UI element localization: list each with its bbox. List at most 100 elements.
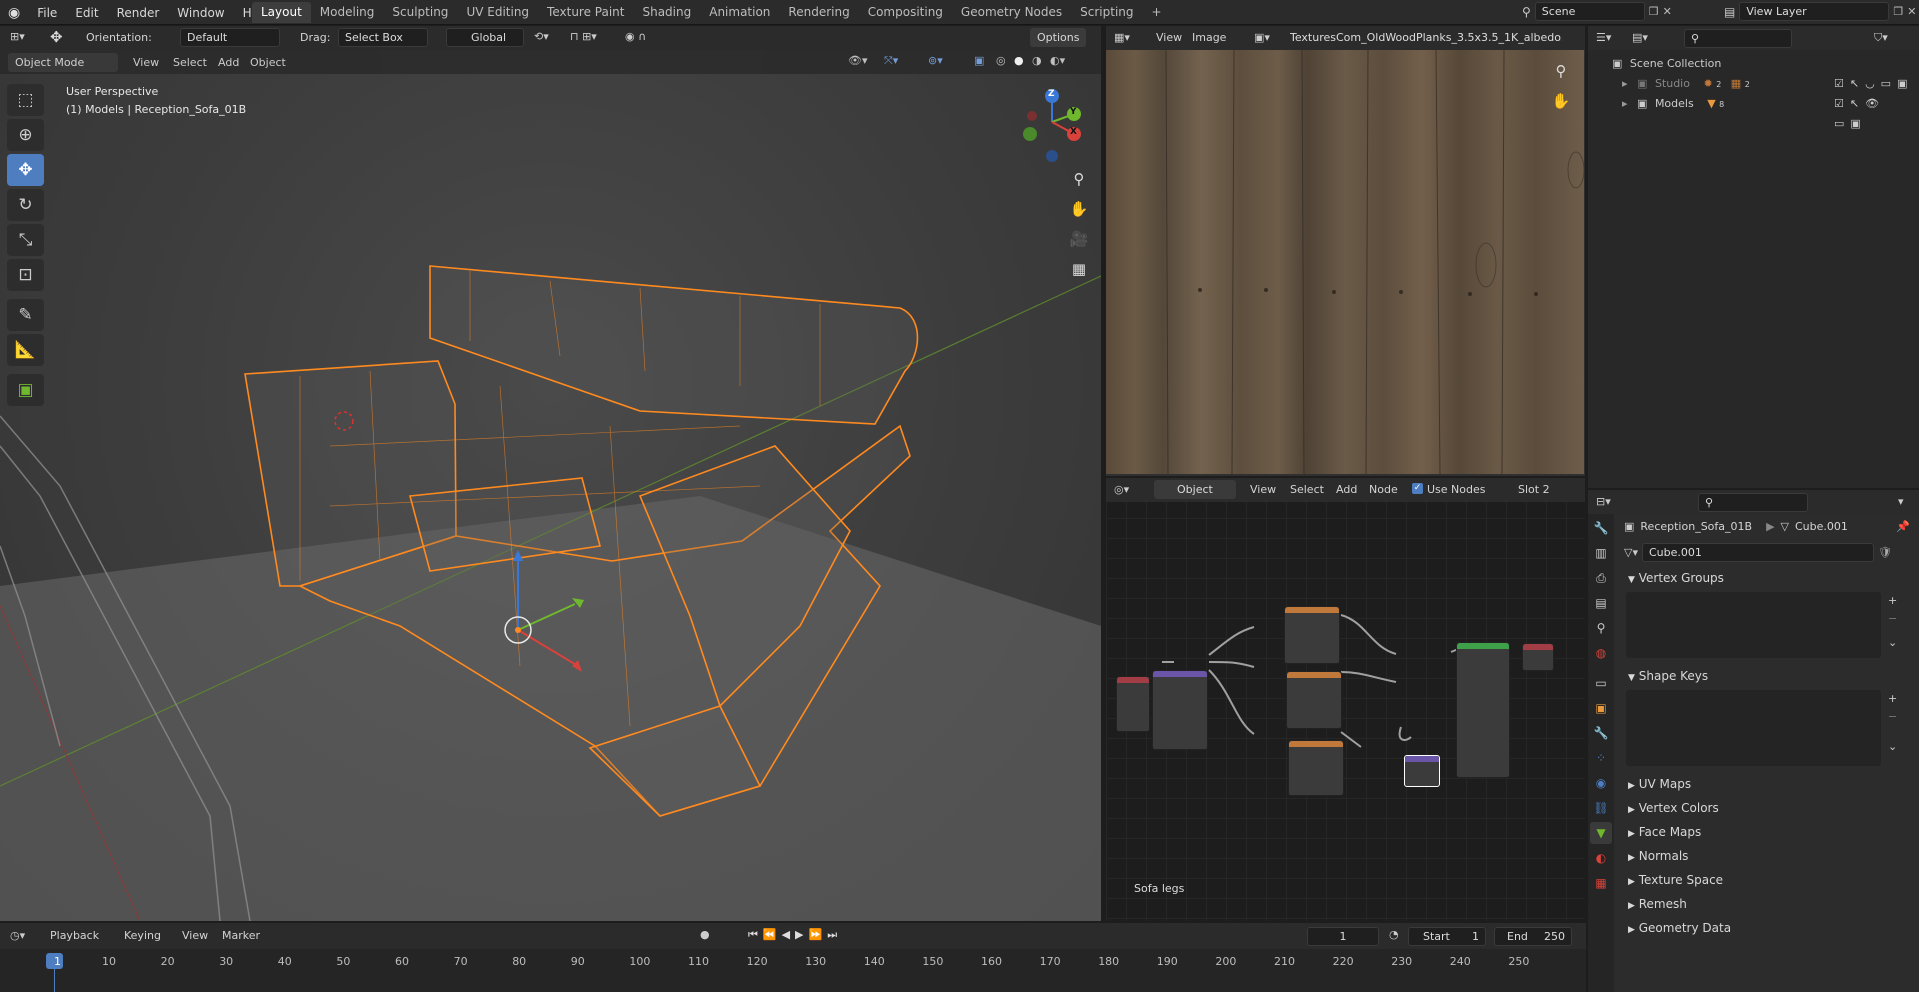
visibility-icon[interactable]: 👁▾ bbox=[848, 54, 868, 67]
tab-rendering[interactable]: Rendering bbox=[779, 2, 858, 23]
timeline-menu-playback[interactable]: Playback bbox=[50, 929, 99, 942]
new-view-layer-icon[interactable]: ❐ bbox=[1893, 5, 1903, 18]
record-icon[interactable]: ● bbox=[700, 928, 710, 941]
tab-compositing[interactable]: Compositing bbox=[859, 2, 952, 23]
outliner-type-icon[interactable]: ☰▾ bbox=[1596, 31, 1611, 44]
new-scene-icon[interactable]: ❐ bbox=[1649, 5, 1659, 18]
menu-render[interactable]: Render bbox=[108, 6, 169, 20]
clock-icon[interactable]: ◔ bbox=[1389, 928, 1399, 941]
constraints-tab-icon[interactable]: ⛓ bbox=[1590, 797, 1612, 819]
properties-type-icon[interactable]: ⊟▾ bbox=[1596, 495, 1611, 508]
node-normal-map[interactable] bbox=[1404, 755, 1440, 787]
tab-shading[interactable]: Shading bbox=[633, 2, 700, 23]
slot-dropdown[interactable]: Slot 2 bbox=[1518, 483, 1550, 496]
section-shape-keys[interactable]: ▼ Shape Keys bbox=[1618, 664, 1918, 688]
viewport-menu-view[interactable]: View bbox=[126, 53, 166, 72]
tab-scripting[interactable]: Scripting bbox=[1071, 2, 1142, 23]
snap-icon[interactable]: ⊓ ⊞▾ bbox=[570, 30, 597, 43]
viewport-menu-object[interactable]: Object bbox=[243, 53, 293, 72]
pan-hand-icon[interactable]: ✋ bbox=[1066, 196, 1092, 222]
collection-tab-icon[interactable]: ▭ bbox=[1590, 672, 1612, 694]
image-pan-icon[interactable]: ✋ bbox=[1548, 88, 1574, 114]
image-menu-view[interactable]: View bbox=[1156, 31, 1182, 44]
particles-tab-icon[interactable]: ⁘ bbox=[1590, 747, 1612, 769]
remove-shape-key-icon[interactable]: − bbox=[1888, 710, 1897, 723]
node-image-texture-2[interactable] bbox=[1286, 671, 1342, 729]
tab-geometry-nodes[interactable]: Geometry Nodes bbox=[952, 2, 1071, 23]
add-cube-icon[interactable]: ▣ bbox=[7, 374, 44, 406]
properties-editor[interactable]: ⊟▾ ⚲ ▾ 🔧 ▥ ⎙ ▤ ⚲ ◍ ▭ ▣ 🔧 ⁘ ◉ ⛓ ▼ ◐ ▦ ▣ R… bbox=[1588, 490, 1919, 992]
node-menu-node[interactable]: Node bbox=[1369, 483, 1398, 496]
world-tab-icon[interactable]: ◍ bbox=[1590, 642, 1612, 664]
tab-modeling[interactable]: Modeling bbox=[311, 2, 384, 23]
view-layer-field[interactable]: View Layer bbox=[1739, 2, 1890, 21]
data-tab-icon[interactable]: ▼ bbox=[1590, 822, 1612, 844]
select-box-icon[interactable]: ⬚ bbox=[7, 84, 44, 116]
models-toggle-icons[interactable]: ☑↖👁▭▣ bbox=[1834, 94, 1912, 134]
mesh-name-field[interactable]: Cube.001 bbox=[1641, 543, 1874, 562]
navigation-gizmo[interactable]: Z Y X bbox=[1010, 84, 1100, 164]
node-image-texture-3[interactable] bbox=[1288, 740, 1344, 796]
image-editor-type-icon[interactable]: ▦▾ bbox=[1114, 31, 1130, 44]
node-image-texture-1[interactable] bbox=[1284, 606, 1340, 664]
section-normals[interactable]: ▶ Normals bbox=[1618, 844, 1918, 868]
timeline-type-icon[interactable]: ◷▾ bbox=[10, 929, 25, 942]
timeline-ruler[interactable]: 1 10 20 30 40 50 60 70 80 90 100 110 120 130 140 150 160… bbox=[0, 949, 1586, 992]
add-shape-key-icon[interactable]: + bbox=[1888, 692, 1897, 705]
drag-dropdown[interactable]: Select Box bbox=[338, 28, 428, 47]
properties-search-input[interactable]: ⚲ bbox=[1698, 493, 1808, 512]
delete-view-layer-icon[interactable]: ✕ bbox=[1907, 5, 1916, 18]
section-remesh[interactable]: ▶ Remesh bbox=[1618, 892, 1918, 916]
node-principled-bsdf[interactable] bbox=[1456, 642, 1510, 778]
scene-tab-icon[interactable]: ⚲ bbox=[1590, 617, 1612, 639]
texture-tab-icon[interactable]: ▦ bbox=[1590, 872, 1612, 894]
end-frame-field[interactable]: End 250 bbox=[1494, 927, 1572, 946]
ortho-grid-icon[interactable]: ▦ bbox=[1066, 256, 1092, 282]
outliner-item-studio[interactable]: ▸ ▣ Studio ✹ 2 ▦ 2 ☑↖◡▭▣ bbox=[1622, 74, 1912, 94]
options-dropdown[interactable]: Options bbox=[1030, 28, 1087, 47]
pivot-icon[interactable]: ⟲▾ bbox=[534, 30, 549, 43]
wireframe-shading-icon[interactable]: ◎ bbox=[996, 54, 1006, 67]
outliner-item-models[interactable]: ▸ ▣ Models ▼ 8 ☑↖👁▭▣ bbox=[1622, 94, 1912, 130]
cursor-icon[interactable]: ⊕ bbox=[7, 119, 44, 151]
image-editor[interactable]: ▦▾ View Image ▣▾ TexturesCom_OldWoodPlan… bbox=[1106, 26, 1585, 476]
shape-key-menu-icon[interactable]: ⌄ bbox=[1888, 740, 1897, 753]
node-material-output[interactable] bbox=[1522, 643, 1554, 671]
section-face-maps[interactable]: ▶ Face Maps bbox=[1618, 820, 1918, 844]
mode-dropdown[interactable]: Object Mode bbox=[8, 53, 118, 72]
gizmo-toggle-icon[interactable]: ⤧▾ bbox=[884, 54, 898, 68]
node-mapping[interactable] bbox=[1152, 670, 1208, 750]
tab-sculpting[interactable]: Sculpting bbox=[383, 2, 457, 23]
node-editor-type-icon[interactable]: ◎▾ bbox=[1114, 483, 1129, 496]
fake-user-icon[interactable]: 🛡 bbox=[1878, 546, 1892, 559]
node-editor[interactable]: ◎▾ Object View Select Add Node ✓ Use Nod… bbox=[1106, 478, 1585, 921]
pin-icon[interactable]: 📌 bbox=[1896, 520, 1910, 533]
outliner[interactable]: ☰▾ ▤▾ ⚲ ⛉▾ ▣ Scene Collection ▸ ▣ Studio… bbox=[1588, 26, 1919, 488]
image-zoom-icon[interactable]: ⚲ bbox=[1548, 58, 1574, 84]
delete-scene-icon[interactable]: ✕ bbox=[1663, 5, 1672, 18]
add-workspace-button[interactable]: + bbox=[1143, 2, 1171, 23]
measure-icon[interactable]: 📐 bbox=[7, 334, 44, 366]
viewport-menu-select[interactable]: Select bbox=[166, 53, 214, 72]
mesh-browse-icon[interactable]: ▽▾ bbox=[1624, 546, 1638, 559]
node-menu-add[interactable]: Add bbox=[1336, 483, 1357, 496]
scene-icon[interactable]: ⚲ bbox=[1522, 5, 1531, 19]
properties-options-icon[interactable]: ▾ bbox=[1898, 495, 1904, 508]
menu-edit[interactable]: Edit bbox=[66, 6, 107, 20]
xray-icon[interactable]: ▣ bbox=[974, 54, 984, 67]
tab-layout[interactable]: Layout bbox=[252, 2, 311, 23]
section-uv-maps[interactable]: ▶ UV Maps bbox=[1618, 772, 1918, 796]
physics-tab-icon[interactable]: ◉ bbox=[1590, 772, 1612, 794]
timeline-menu-view[interactable]: View bbox=[182, 929, 208, 942]
menu-file[interactable]: File bbox=[28, 6, 66, 20]
tab-uv-editing[interactable]: UV Editing bbox=[457, 2, 538, 23]
viewport-3d[interactable] bbox=[0, 26, 1101, 921]
camera-icon[interactable]: 🎥 bbox=[1066, 226, 1092, 252]
overlay-toggle-icon[interactable]: ⊚▾ bbox=[928, 54, 943, 67]
scene-collection-row[interactable]: ▣ Scene Collection bbox=[1612, 54, 1721, 74]
section-geometry-data[interactable]: ▶ Geometry Data bbox=[1618, 916, 1918, 940]
remove-vertex-group-icon[interactable]: − bbox=[1888, 612, 1897, 625]
expand-icon[interactable]: ▸ bbox=[1622, 77, 1628, 90]
section-vertex-colors[interactable]: ▶ Vertex Colors bbox=[1618, 796, 1918, 820]
scene-field[interactable]: Scene bbox=[1534, 2, 1645, 21]
